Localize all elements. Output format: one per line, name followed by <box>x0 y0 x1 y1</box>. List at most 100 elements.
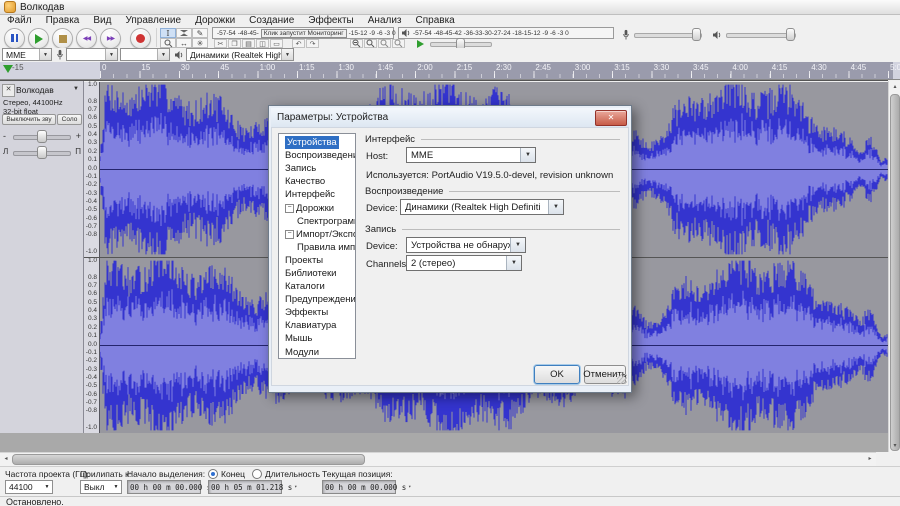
silence-button[interactable]: ▭ <box>270 39 283 48</box>
tree-item-13[interactable]: Эффекты <box>279 306 355 319</box>
record-device-dropdown[interactable]: Устройства не обнаружены ▼ <box>406 237 526 253</box>
trim-button[interactable]: ◫ <box>256 39 269 48</box>
track-close-button[interactable]: ✕ <box>2 84 15 97</box>
pause-button[interactable] <box>4 28 25 49</box>
tree-item-1[interactable]: Воспроизведение <box>279 149 355 162</box>
scroll-up-icon[interactable]: ▴ <box>889 81 900 93</box>
tree-item-6[interactable]: Спектрограммы <box>279 215 355 228</box>
input-volume-thumb[interactable] <box>692 28 701 41</box>
menu-item-0[interactable]: Файл <box>0 15 39 27</box>
paste-button[interactable]: ▤ <box>242 39 255 48</box>
tree-item-10[interactable]: Библиотеки <box>279 267 355 280</box>
vertical-ruler-channel-1[interactable]: 1.00.80.70.60.50.40.30.20.10.0-0.1-0.2-0… <box>84 82 100 257</box>
end-radio[interactable]: Конец <box>208 469 245 479</box>
zoom-tool-button[interactable] <box>160 38 176 48</box>
tree-expander-icon[interactable]: − <box>285 230 294 239</box>
menu-item-6[interactable]: Эффекты <box>301 15 360 27</box>
scroll-down-icon[interactable]: ▾ <box>889 440 900 452</box>
record-button[interactable] <box>130 28 151 49</box>
tree-item-5[interactable]: −Дорожки <box>279 201 355 214</box>
length-radio[interactable]: Длительность <box>252 469 320 479</box>
output-volume-slider[interactable] <box>726 28 796 40</box>
tree-item-9[interactable]: Проекты <box>279 254 355 267</box>
host-combo[interactable]: MME ▼ <box>2 48 52 61</box>
track-control-panel[interactable]: ✕ Волкодав ▼ Стерео, 44100Hz 32-bit floa… <box>0 81 84 433</box>
horizontal-scrollbar[interactable]: ◂ ▸ <box>0 452 876 466</box>
ok-button[interactable]: OK <box>534 365 580 384</box>
selection-tool-button[interactable]: I <box>160 28 176 38</box>
stop-button[interactable] <box>52 28 73 49</box>
recording-device-combo[interactable]: ▼ <box>66 48 118 61</box>
track-name[interactable]: Волкодав <box>16 85 54 95</box>
dialog-close-button[interactable]: ✕ <box>595 110 627 126</box>
envelope-tool-button[interactable] <box>176 28 192 38</box>
dialog-title-bar[interactable]: Параметры: Устройства ✕ <box>271 108 629 127</box>
vertical-scrollbar[interactable]: ▴ ▾ <box>888 81 900 452</box>
tree-item-8[interactable]: Правила импорта <box>279 241 355 254</box>
tree-expander-icon[interactable]: − <box>285 204 294 213</box>
tree-item-16[interactable]: Модули <box>279 346 355 359</box>
play-button[interactable] <box>28 28 49 49</box>
playback-device-combo[interactable]: Динамики (Realtek High Defi ▼ <box>186 48 294 61</box>
time-spinner-icon[interactable]: ▾ <box>408 484 411 490</box>
dialog-resize-grip[interactable] <box>617 374 627 384</box>
copy-button[interactable]: ❐ <box>228 39 241 48</box>
gain-slider[interactable]: - + <box>3 129 81 143</box>
scroll-right-icon[interactable]: ▸ <box>864 453 876 465</box>
menu-item-3[interactable]: Управление <box>118 15 188 27</box>
playback-meter[interactable]: -57-54 -48-45-42 -36-33-30-27-24 -18-15-… <box>398 27 614 39</box>
scroll-left-icon[interactable]: ◂ <box>0 453 12 465</box>
tree-item-12[interactable]: Предупреждения <box>279 293 355 306</box>
selection-start-time[interactable]: 00 h 00 m 00.000 s ▾ <box>127 480 201 494</box>
menu-item-1[interactable]: Правка <box>39 15 87 27</box>
snap-to-combo[interactable]: Выкл ▼ <box>80 480 122 494</box>
recording-meter[interactable]: -57-54 -48-45- Клик запустит Мониторинг … <box>212 27 394 39</box>
menu-item-4[interactable]: Дорожки <box>188 15 242 27</box>
redo-button[interactable]: ↷ <box>306 39 319 48</box>
recording-channels-combo[interactable]: ▼ <box>120 48 170 61</box>
project-rate-combo[interactable]: 44100 ▼ <box>5 480 53 494</box>
horizontal-scroll-thumb[interactable] <box>12 454 365 465</box>
track-menu-icon[interactable]: ▼ <box>73 86 79 92</box>
draw-tool-button[interactable]: ✎ <box>192 28 208 38</box>
tree-item-11[interactable]: Каталоги <box>279 280 355 293</box>
menu-item-8[interactable]: Справка <box>409 15 462 27</box>
fit-project-button[interactable] <box>392 39 405 48</box>
gain-thumb[interactable] <box>37 130 47 143</box>
input-volume-slider[interactable] <box>634 28 702 40</box>
timeshift-tool-button[interactable]: ↔ <box>176 38 192 48</box>
time-spinner-icon[interactable]: ▾ <box>294 484 297 490</box>
tree-item-7[interactable]: −Импорт/Экспорт <box>279 228 355 241</box>
host-dropdown[interactable]: MME ▼ <box>406 147 536 163</box>
vertical-scroll-thumb[interactable] <box>890 94 900 451</box>
channels-dropdown[interactable]: 2 (стерео) ▼ <box>406 255 522 271</box>
mute-button[interactable]: Выключить зву <box>2 114 56 125</box>
tree-item-3[interactable]: Качество <box>279 175 355 188</box>
undo-button[interactable]: ↶ <box>292 39 305 48</box>
skip-to-end-button[interactable]: ▶▶ <box>100 28 121 49</box>
play-at-speed-button[interactable] <box>414 39 427 48</box>
cut-button[interactable]: ✂ <box>214 39 227 48</box>
zoom-out-button[interactable] <box>364 39 377 48</box>
tree-item-14[interactable]: Клавиатура <box>279 319 355 332</box>
tree-item-2[interactable]: Запись <box>279 162 355 175</box>
solo-button[interactable]: Соло <box>57 114 82 125</box>
tree-item-0[interactable]: Устройства <box>279 136 355 149</box>
output-volume-thumb[interactable] <box>786 28 795 41</box>
tree-item-15[interactable]: Мышь <box>279 332 355 345</box>
vertical-ruler-channel-2[interactable]: 1.00.80.70.60.50.40.30.20.10.0-0.1-0.2-0… <box>84 258 100 433</box>
skip-to-start-button[interactable]: ◀◀ <box>76 28 97 49</box>
pan-thumb[interactable] <box>37 146 47 159</box>
menu-item-7[interactable]: Анализ <box>361 15 409 27</box>
multi-tool-button[interactable]: ✳ <box>192 38 208 48</box>
selection-end-time[interactable]: 00 h 05 m 01.218 s ▾ <box>208 480 282 494</box>
menu-item-2[interactable]: Вид <box>86 15 118 27</box>
position-time[interactable]: 00 h 00 m 00.000 s ▾ <box>322 480 396 494</box>
zoom-in-button[interactable] <box>350 39 363 48</box>
timeline-ruler[interactable]: -15 0 1530451:001:151:301:452:002:152:30… <box>0 62 900 80</box>
pan-slider[interactable]: Л П <box>3 145 81 159</box>
menu-item-5[interactable]: Создание <box>242 15 301 27</box>
playback-device-dropdown[interactable]: Динамики (Realtek High Definiti ▼ <box>400 199 564 215</box>
fit-selection-button[interactable] <box>378 39 391 48</box>
tree-item-4[interactable]: Интерфейс <box>279 188 355 201</box>
